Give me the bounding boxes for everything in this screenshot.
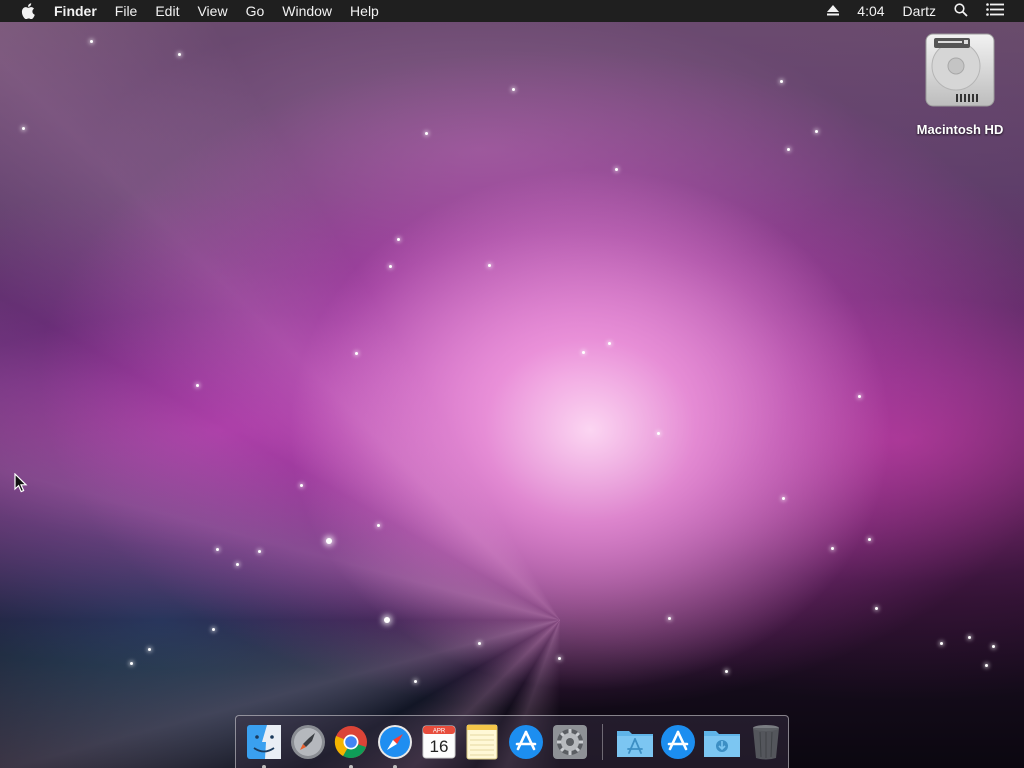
wallpaper-star (384, 617, 390, 623)
dock-item-finder[interactable] (245, 723, 283, 768)
wallpaper-star (875, 607, 878, 610)
dock-item-trash[interactable] (747, 723, 785, 761)
calendar-day: 16 (429, 737, 448, 756)
wallpaper-star (355, 352, 358, 355)
chrome-icon (333, 724, 369, 760)
hard-drive-icon (924, 32, 996, 108)
wallpaper-star (615, 168, 618, 171)
wallpaper-star (397, 238, 400, 241)
wallpaper-rays (0, 0, 1024, 768)
safari-icon (377, 724, 413, 760)
app-store-icon (508, 724, 544, 760)
applications-folder-icon (616, 726, 654, 758)
wallpaper-star (90, 40, 93, 43)
wallpaper-star (258, 550, 261, 553)
wallpaper-star (782, 497, 785, 500)
mouse-pointer-icon (14, 472, 28, 493)
launchpad-icon (290, 724, 326, 760)
wallpaper-star (668, 617, 671, 620)
menu-bar: Finder File Edit View Go Window Help 4:0… (0, 0, 1024, 22)
dock-item-chrome[interactable] (332, 723, 370, 768)
dock-item-notes[interactable] (464, 723, 502, 761)
desktop[interactable]: Finder File Edit View Go Window Help 4:0… (0, 0, 1024, 768)
wallpaper-star (608, 342, 611, 345)
wallpaper-star (478, 642, 481, 645)
wallpaper-star (657, 432, 660, 435)
wallpaper-star (868, 538, 871, 541)
dock-item-calendar[interactable]: APR 16 (420, 723, 458, 761)
wallpaper-star (326, 538, 332, 544)
trash-icon (751, 724, 781, 760)
notification-center-icon[interactable] (986, 3, 1004, 19)
wallpaper-star (780, 80, 783, 83)
spotlight-search-icon[interactable] (954, 2, 968, 20)
dock-item-downloads[interactable] (703, 723, 741, 761)
downloads-folder-icon (703, 726, 741, 758)
wallpaper-star (992, 645, 995, 648)
menu-edit[interactable]: Edit (155, 0, 179, 22)
notes-icon (465, 724, 499, 760)
dock-separator (601, 724, 603, 760)
apple-menu-icon[interactable] (20, 3, 36, 19)
dock-item-app-store[interactable] (507, 723, 545, 761)
gear-icon (552, 724, 588, 760)
desktop-icon-label: Macintosh HD (916, 122, 1004, 137)
wallpaper-star (425, 132, 428, 135)
wallpaper-star (940, 642, 943, 645)
eject-icon[interactable] (827, 3, 840, 19)
wallpaper-star (831, 547, 834, 550)
wallpaper-star (130, 662, 133, 665)
menu-go[interactable]: Go (246, 0, 265, 22)
dock-item-system-preferences[interactable] (551, 723, 589, 761)
menu-window[interactable]: Window (282, 0, 332, 22)
menu-help[interactable]: Help (350, 0, 379, 22)
menu-clock[interactable]: 4:04 (857, 3, 884, 19)
wallpaper-star (212, 628, 215, 631)
wallpaper-star (178, 53, 181, 56)
dock-item-applications[interactable] (616, 723, 654, 761)
wallpaper-star (377, 524, 380, 527)
dock: APR 16 (235, 715, 789, 768)
dock-item-app-store-stack[interactable] (660, 723, 698, 761)
finder-icon (246, 724, 282, 760)
menu-app-finder[interactable]: Finder (54, 0, 97, 22)
wallpaper-star (787, 148, 790, 151)
wallpaper-star (815, 130, 818, 133)
wallpaper-star (389, 265, 392, 268)
dock-item-safari[interactable] (376, 723, 414, 768)
wallpaper-star (582, 351, 585, 354)
menu-user[interactable]: Dartz (903, 3, 936, 19)
calendar-icon: APR 16 (422, 725, 456, 759)
wallpaper-star (558, 657, 561, 660)
dock-item-launchpad[interactable] (289, 723, 327, 761)
wallpaper-star (148, 648, 151, 651)
wallpaper-star (488, 264, 491, 267)
wallpaper-star (216, 548, 219, 551)
wallpaper-star (300, 484, 303, 487)
wallpaper-star (968, 636, 971, 639)
wallpaper-star (725, 670, 728, 673)
wallpaper-star (858, 395, 861, 398)
calendar-month: APR (432, 729, 445, 735)
wallpaper-star (22, 127, 25, 130)
wallpaper-star (414, 680, 417, 683)
app-store-icon (660, 724, 696, 760)
menu-file[interactable]: File (115, 0, 138, 22)
wallpaper-star (512, 88, 515, 91)
menu-view[interactable]: View (197, 0, 227, 22)
wallpaper-star (196, 384, 199, 387)
desktop-icon-macintosh-hd[interactable]: Macintosh HD (912, 32, 1008, 137)
wallpaper-star (236, 563, 239, 566)
wallpaper-star (985, 664, 988, 667)
